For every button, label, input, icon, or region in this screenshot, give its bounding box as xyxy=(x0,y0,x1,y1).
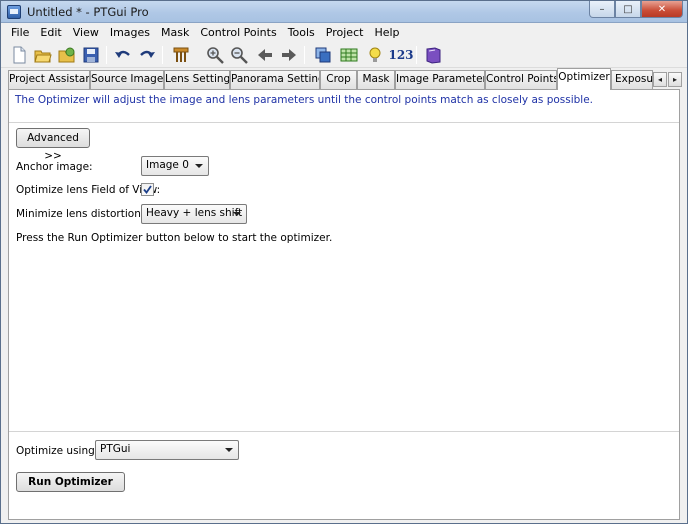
maximize-button[interactable]: □ xyxy=(615,1,641,18)
panorama-editor-icon[interactable] xyxy=(313,45,333,65)
toolbar-separator xyxy=(304,46,305,64)
optimizer-panel: The Optimizer will adjust the image and … xyxy=(8,89,680,520)
tab-mask[interactable]: Mask xyxy=(357,70,395,89)
app-icon[interactable] xyxy=(7,5,21,19)
divider xyxy=(9,431,679,432)
chevron-down-icon xyxy=(233,212,241,216)
back-arrow-icon[interactable] xyxy=(255,45,275,65)
menu-control-points[interactable]: Control Points xyxy=(194,24,281,42)
minimize-distortion-select[interactable]: Heavy + lens shift xyxy=(141,204,247,224)
menu-tools[interactable]: Tools xyxy=(282,24,320,42)
tab-panorama-settings[interactable]: Panorama Settings xyxy=(230,70,320,89)
toolbar: 123 xyxy=(1,42,687,68)
anchor-image-value: Image 0 xyxy=(146,159,189,171)
undo-icon[interactable] xyxy=(113,45,133,65)
tab-exposure[interactable]: Exposure xyxy=(611,70,653,89)
toolbar-separator xyxy=(162,46,163,64)
open-folder-icon[interactable] xyxy=(33,45,53,65)
menu-edit[interactable]: Edit xyxy=(34,24,66,42)
zoom-out-icon[interactable] xyxy=(229,45,249,65)
divider xyxy=(9,122,679,123)
minimize-distortion-label: Minimize lens distortion: xyxy=(16,208,145,220)
new-document-icon[interactable] xyxy=(9,45,29,65)
tab-source-images[interactable]: Source Images xyxy=(90,70,164,89)
numbers-icon[interactable]: 123 xyxy=(388,45,413,65)
tab-control-points[interactable]: Control Points xyxy=(485,70,557,89)
tab-crop[interactable]: Crop xyxy=(320,70,357,89)
chevron-down-icon xyxy=(225,448,233,452)
tab-optimizer[interactable]: Optimizer xyxy=(557,68,611,90)
optimize-fov-checkbox[interactable] xyxy=(141,183,154,196)
table-icon[interactable] xyxy=(339,45,359,65)
menu-project[interactable]: Project xyxy=(320,24,369,42)
checkmark-icon xyxy=(143,185,152,194)
optimize-using-select[interactable]: PTGui xyxy=(95,440,239,460)
minimize-distortion-value: Heavy + lens shift xyxy=(146,207,243,219)
tab-lens-settings[interactable]: Lens Settings xyxy=(164,70,230,89)
optimizer-instruction-text: Press the Run Optimizer button below to … xyxy=(16,232,333,244)
anchor-image-label: Anchor image: xyxy=(16,161,93,173)
optimizer-info-text: The Optimizer will adjust the image and … xyxy=(15,94,594,106)
caption-buttons: – □ ✕ xyxy=(589,1,683,19)
menu-help[interactable]: Help xyxy=(368,24,404,42)
optimize-using-value: PTGui xyxy=(100,443,131,455)
close-button[interactable]: ✕ xyxy=(641,1,683,18)
forward-arrow-icon[interactable] xyxy=(279,45,299,65)
tab-strip: Project Assistant Source Images Lens Set… xyxy=(1,68,687,90)
tab-scroll-left-icon[interactable]: ◂ xyxy=(653,72,667,87)
redo-icon[interactable] xyxy=(137,45,157,65)
chevron-down-icon xyxy=(195,164,203,168)
menu-view[interactable]: View xyxy=(67,24,104,42)
anchor-image-select[interactable]: Image 0 xyxy=(141,156,209,176)
open-recent-icon[interactable] xyxy=(57,45,77,65)
optimize-fov-label: Optimize lens Field of View: xyxy=(16,184,161,196)
lightbulb-icon[interactable] xyxy=(365,45,385,65)
menu-images[interactable]: Images xyxy=(104,24,155,42)
toolbar-separator xyxy=(416,46,417,64)
save-icon[interactable] xyxy=(81,45,101,65)
tab-project-assistant[interactable]: Project Assistant xyxy=(8,70,90,89)
menu-file[interactable]: File xyxy=(5,24,34,42)
book-icon[interactable] xyxy=(423,45,443,65)
toolbar-separator xyxy=(106,46,107,64)
menu-bar: File Edit View Images Mask Control Point… xyxy=(1,24,687,42)
title-bar[interactable]: Untitled * - PTGui Pro – □ ✕ xyxy=(1,1,687,23)
optimize-using-label: Optimize using: xyxy=(16,445,99,457)
menu-mask[interactable]: Mask xyxy=(155,24,194,42)
tab-image-parameters[interactable]: Image Parameters xyxy=(395,70,485,89)
minimize-button[interactable]: – xyxy=(589,1,615,18)
ptgui-window: Untitled * - PTGui Pro – □ ✕ File Edit V… xyxy=(0,0,688,524)
run-optimizer-button[interactable]: Run Optimizer xyxy=(16,472,125,492)
zoom-in-icon[interactable] xyxy=(205,45,225,65)
tripod-icon[interactable] xyxy=(171,45,191,65)
window-title: Untitled * - PTGui Pro xyxy=(27,5,149,19)
tab-scroll-right-icon[interactable]: ▸ xyxy=(668,72,682,87)
advanced-button[interactable]: Advanced >> xyxy=(16,128,90,162)
